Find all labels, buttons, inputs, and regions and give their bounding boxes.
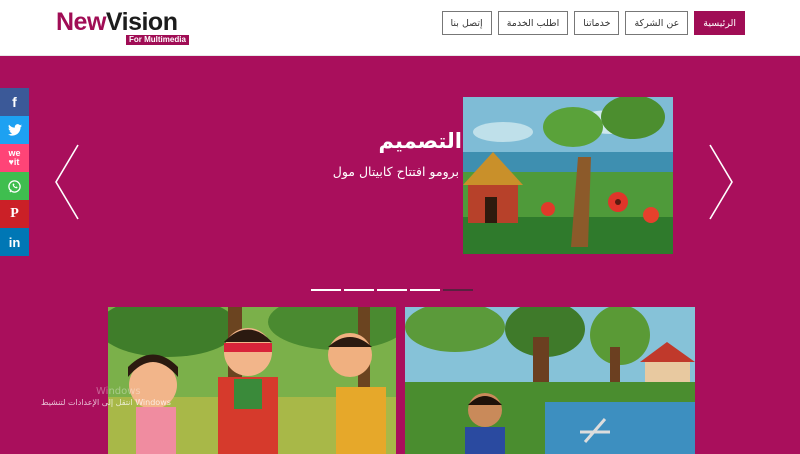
slider-dot[interactable] [410, 289, 440, 291]
weheartit-icon: we ♥it [8, 148, 21, 167]
facebook-icon: f [12, 94, 17, 110]
nav-contact[interactable]: إتصل بنا [441, 11, 492, 35]
logo-subtitle: For Multimedia [126, 35, 189, 45]
logo[interactable]: NewVision For Multimedia [56, 8, 196, 45]
main-nav: الرئيسية عن الشركة خدماتنا اطلب الخدمة إ… [441, 11, 745, 35]
linkedin-icon: in [8, 234, 21, 250]
nav-home[interactable]: الرئيسية [694, 11, 745, 35]
slider-pagination [311, 289, 473, 291]
slide-image [463, 97, 673, 254]
logo-text-new: New [56, 8, 106, 36]
logo-text-vision: Vision [105, 8, 178, 36]
weheartit-share-button[interactable]: we ♥it [0, 144, 29, 172]
watermark-text-en: Windows [96, 386, 141, 397]
slide-title: التصميم [378, 129, 462, 153]
watermark-text-ar: Windows انتقل إلى الإعدادات لتنشيط [41, 398, 171, 407]
slider-dot[interactable] [377, 289, 407, 291]
site-header: NewVision For Multimedia الرئيسية عن الش… [0, 0, 800, 56]
gallery-image-boy-painting[interactable] [405, 307, 695, 454]
nav-about[interactable]: عن الشركة [625, 11, 689, 35]
slider-dot[interactable] [344, 289, 374, 291]
slider-dot[interactable] [311, 289, 341, 291]
slider-dot-active[interactable] [443, 289, 473, 291]
pinterest-share-button[interactable]: P [0, 200, 29, 228]
twitter-icon [7, 124, 22, 136]
nav-request-service[interactable]: اطلب الخدمة [497, 11, 569, 35]
whatsapp-share-button[interactable] [0, 172, 29, 200]
whatsapp-icon [8, 179, 21, 193]
slide-subtitle: برومو افتتاح كابيتال مول [332, 164, 459, 179]
pinterest-icon: P [10, 206, 19, 221]
facebook-share-button[interactable]: f [0, 88, 29, 116]
share-sidebar: f we ♥it P in [0, 88, 29, 256]
linkedin-share-button[interactable]: in [0, 228, 29, 256]
slider-prev-arrow-icon[interactable] [54, 143, 80, 221]
slider-next-arrow-icon[interactable] [708, 143, 734, 221]
gallery-image-children-painting[interactable] [108, 307, 396, 454]
nav-services[interactable]: خدماتنا [574, 11, 620, 35]
twitter-share-button[interactable] [0, 116, 29, 144]
